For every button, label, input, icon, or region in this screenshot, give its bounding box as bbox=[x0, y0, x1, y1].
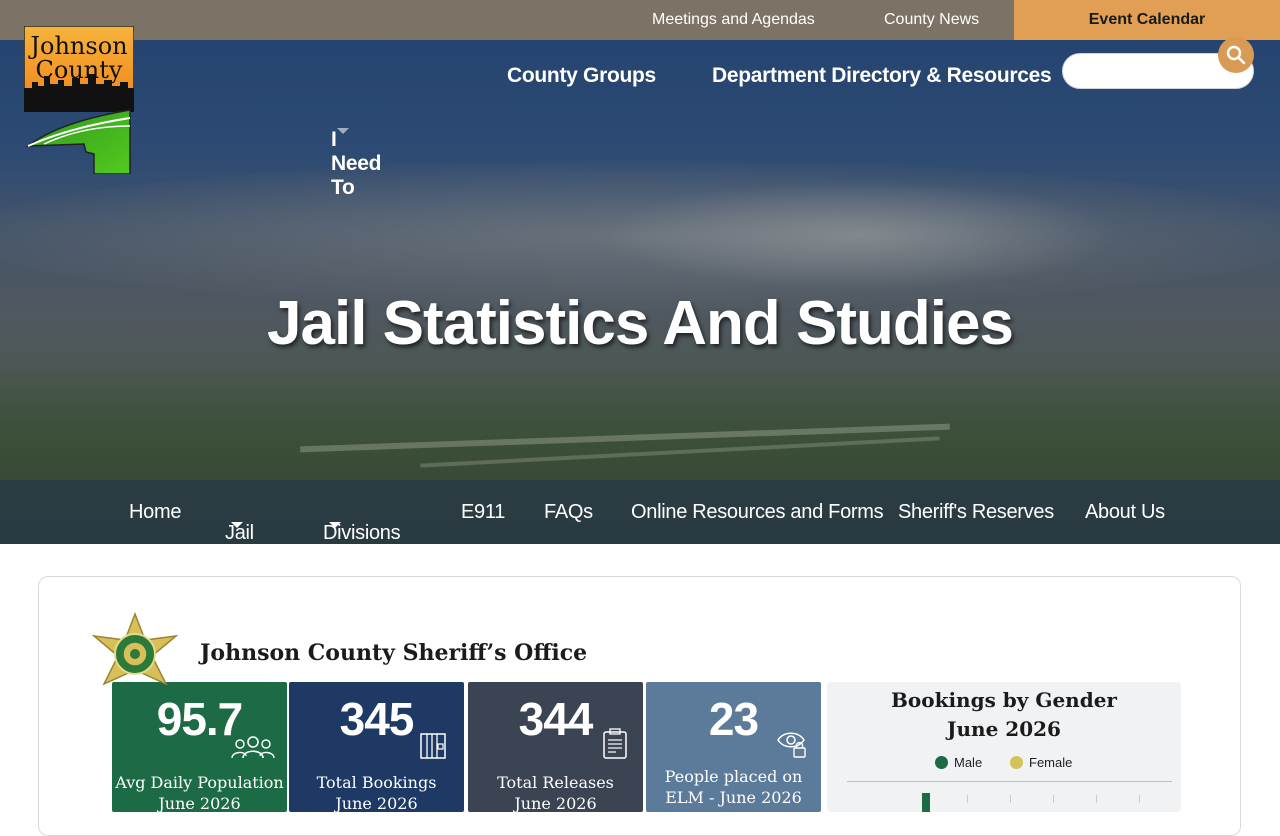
stat-label-line1: Total Bookings bbox=[316, 773, 437, 792]
search-icon bbox=[1226, 45, 1246, 65]
stat-label: Total Bookings June 2026 bbox=[289, 772, 464, 814]
legend-item-male: Male bbox=[935, 755, 982, 770]
people-icon bbox=[231, 736, 275, 759]
sheriff-office-title: Johnson County Sheriff’s Office bbox=[200, 640, 588, 666]
stat-tile-elm-placements: 23 People placed on ELM - June 2026 bbox=[646, 682, 821, 812]
event-calendar-button[interactable]: Event Calendar bbox=[1014, 0, 1280, 40]
chart-gridline bbox=[967, 795, 968, 803]
hero-clouds-highlight bbox=[600, 180, 1120, 290]
sheriff-star-badge-icon bbox=[91, 612, 179, 686]
monitoring-eye-lock-icon bbox=[777, 732, 806, 758]
page-title: Jail Statistics And Studies bbox=[267, 289, 1014, 358]
stat-label-line2: ELM - June 2026 bbox=[665, 788, 802, 807]
chart-gridline bbox=[1053, 795, 1054, 803]
stat-label-line1: Avg Daily Population bbox=[115, 773, 284, 792]
stat-tile-total-bookings: 345 Total Bookings June 2026 bbox=[289, 682, 464, 814]
legend-dot-icon bbox=[935, 756, 948, 769]
subnav-about-us[interactable]: About Us bbox=[1085, 501, 1165, 524]
stat-label-line2: June 2026 bbox=[335, 794, 418, 813]
meetings-agendas-link[interactable]: Meetings and Agendas bbox=[652, 0, 815, 40]
legend-label-male: Male bbox=[954, 755, 983, 770]
stat-label-line2: June 2026 bbox=[514, 794, 597, 813]
johnson-county-logo[interactable]: Johnson County bbox=[24, 26, 134, 174]
legend-item-female: Female bbox=[1010, 755, 1072, 770]
subnav-e911[interactable]: E911 bbox=[461, 501, 505, 524]
release-document-icon bbox=[603, 728, 627, 759]
utility-bar: Meetings and Agendas County News Event C… bbox=[0, 0, 1280, 40]
jail-cell-icon bbox=[420, 733, 446, 759]
legend-dot-icon bbox=[1010, 756, 1023, 769]
county-news-link[interactable]: County News bbox=[884, 0, 979, 40]
search-button[interactable] bbox=[1218, 37, 1254, 73]
stat-label: Total Releases June 2026 bbox=[468, 772, 643, 814]
legend-label-female: Female bbox=[1029, 755, 1073, 770]
bookings-by-gender-chart: Bookings by Gender June 2026 Male Female bbox=[827, 682, 1181, 812]
subnav-faqs[interactable]: FAQs bbox=[544, 501, 593, 524]
stat-label: People placed on ELM - June 2026 bbox=[646, 766, 821, 808]
stat-tile-total-releases: 344 Total Releases June 2026 bbox=[468, 682, 643, 814]
subnav-sheriffs-reserves[interactable]: Sheriff's Reserves bbox=[898, 501, 1054, 524]
stat-label-line2: June 2026 bbox=[158, 794, 241, 813]
chart-subtitle: June 2026 bbox=[947, 717, 1061, 741]
nav-i-need-to-label: I Need To bbox=[331, 128, 382, 199]
chart-gridline bbox=[1139, 795, 1140, 803]
subnav-online-resources[interactable]: Online Resources and Forms bbox=[631, 501, 884, 524]
section-navigation: Home Jail Divisions E911 FAQs Online Res… bbox=[0, 480, 1280, 544]
chart-title: Bookings by Gender bbox=[891, 688, 1117, 712]
chart-bar-male bbox=[922, 793, 930, 812]
chevron-down-icon bbox=[329, 522, 341, 528]
stat-label: Avg Daily Population June 2026 bbox=[112, 772, 287, 814]
stat-label-line1: People placed on bbox=[664, 767, 803, 786]
nav-department-directory[interactable]: Department Directory & Resources bbox=[712, 64, 1052, 88]
stat-tile-avg-daily-population: 95.7 Avg Daily Population June 2026 bbox=[112, 682, 287, 814]
stat-label-line1: Total Releases bbox=[497, 773, 614, 792]
chevron-down-icon bbox=[337, 128, 349, 134]
chart-axis-line bbox=[847, 781, 1172, 782]
subnav-home[interactable]: Home bbox=[129, 501, 181, 524]
chevron-down-icon bbox=[231, 522, 243, 528]
chart-gridline bbox=[1010, 795, 1011, 803]
nav-county-groups[interactable]: County Groups bbox=[507, 64, 656, 88]
chart-gridline bbox=[1096, 795, 1097, 803]
